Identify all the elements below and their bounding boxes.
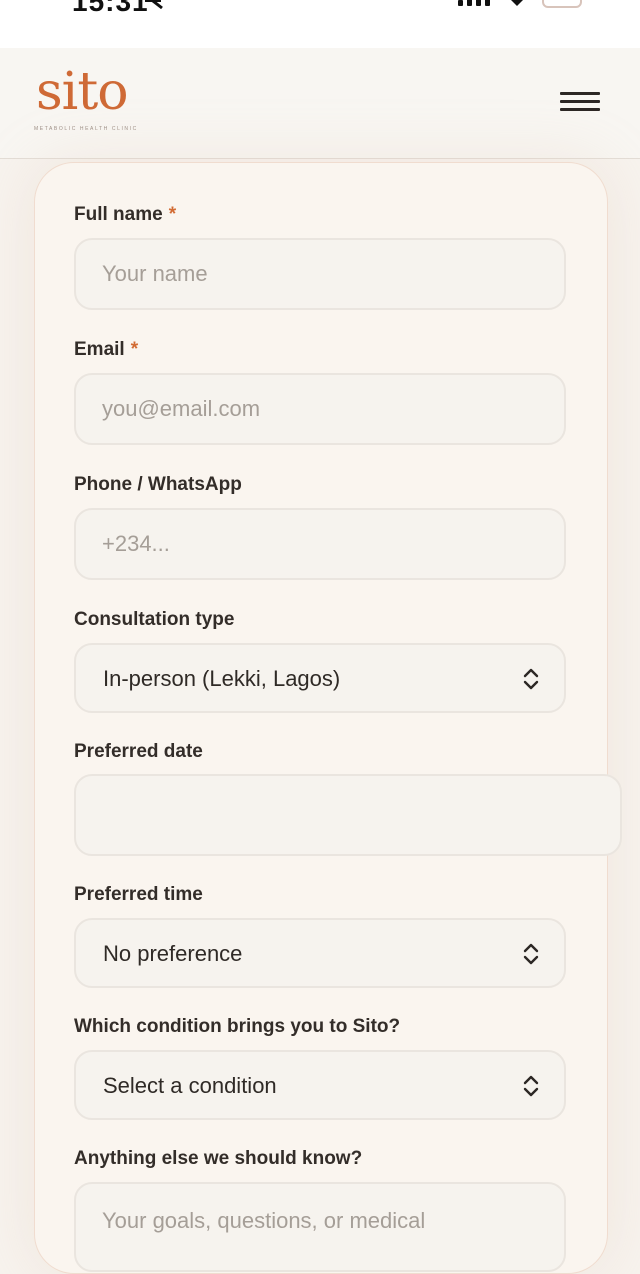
notes-label: Anything else we should know? — [74, 1148, 363, 1169]
site-header: sito METABOLIC HEALTH CLINIC — [0, 48, 640, 159]
chevron-updown-icon — [523, 1075, 539, 1097]
chevron-updown-icon — [523, 943, 539, 965]
consultation-type-select[interactable]: In-person (Lekki, Lagos) — [74, 643, 566, 713]
notes-placeholder: Your goals, questions, or medical — [102, 1208, 426, 1233]
sito-logo[interactable]: sito METABOLIC HEALTH CLINIC — [34, 62, 138, 140]
logo-tagline: METABOLIC HEALTH CLINIC — [34, 126, 138, 132]
status-bar: 15:31 — [0, 0, 640, 48]
condition-select[interactable]: Select a condition — [74, 1050, 566, 1120]
phone-input[interactable] — [74, 508, 566, 580]
status-time: 15:31 — [72, 0, 149, 17]
full-name-input[interactable] — [74, 238, 566, 310]
condition-label: Which condition brings you to Sito? — [74, 1016, 401, 1037]
full-name-label: Full name * — [74, 204, 177, 225]
condition-value: Select a condition — [103, 1073, 277, 1098]
hamburger-menu-icon[interactable] — [560, 92, 602, 116]
consultation-type-label: Consultation type — [74, 609, 235, 630]
email-label: Email * — [74, 339, 139, 360]
signal-icon — [458, 0, 490, 6]
preferred-date-input[interactable] — [74, 774, 622, 856]
required-asterisk: * — [168, 204, 177, 225]
preferred-time-value: No preference — [103, 941, 243, 966]
chevron-updown-icon — [523, 668, 539, 690]
notes-textarea[interactable]: Your goals, questions, or medical — [74, 1182, 566, 1272]
required-asterisk: * — [130, 339, 139, 360]
wifi-icon — [511, 0, 523, 6]
battery-icon — [542, 0, 582, 8]
bell-off-icon — [145, 0, 163, 10]
preferred-time-select[interactable]: No preference — [74, 918, 566, 988]
phone-label: Phone / WhatsApp — [74, 474, 242, 495]
consultation-type-value: In-person (Lekki, Lagos) — [103, 666, 341, 691]
preferred-date-label: Preferred date — [74, 741, 203, 762]
logo-wordmark: sito — [36, 62, 129, 122]
preferred-time-label: Preferred time — [74, 884, 203, 905]
email-input[interactable] — [74, 373, 566, 445]
